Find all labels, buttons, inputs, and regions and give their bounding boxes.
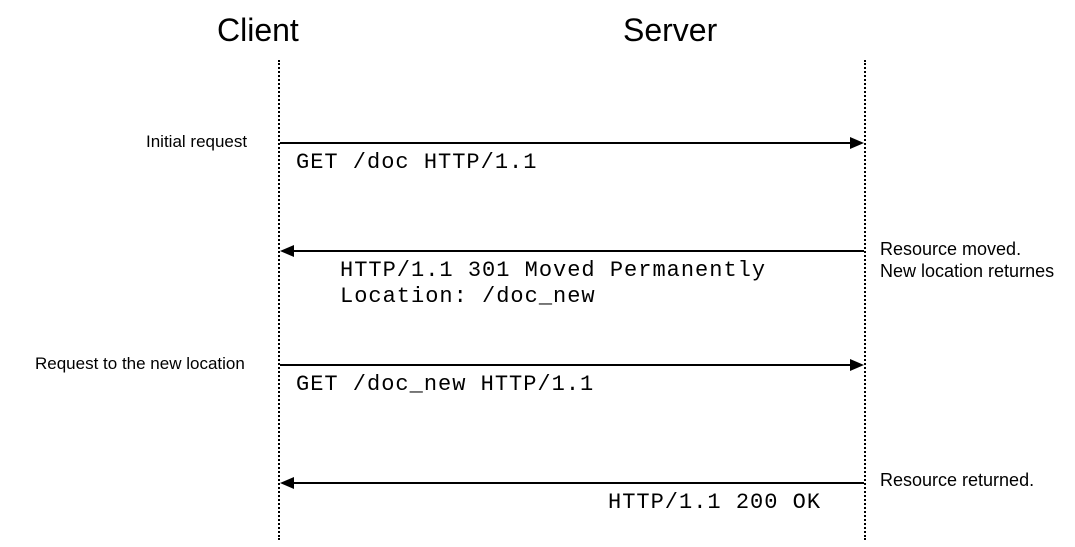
msg2-note: Resource moved. New location returnes: [880, 238, 1054, 282]
msg2-note-line1: Resource moved.: [880, 239, 1021, 259]
msg1-note: Initial request: [146, 132, 247, 152]
msg3-text: GET /doc_new HTTP/1.1: [296, 372, 594, 397]
msg3-arrow: [280, 364, 852, 366]
msg4-note: Resource returned.: [880, 470, 1034, 491]
msg3-note: Request to the new location: [35, 354, 245, 374]
server-label: Server: [623, 12, 717, 49]
msg2-text-line2: Location: /doc_new: [340, 284, 596, 309]
client-lifeline: [278, 60, 280, 540]
client-label: Client: [217, 12, 299, 49]
msg3-arrowhead: [850, 359, 864, 371]
msg4-arrow: [292, 482, 864, 484]
msg2-text-line1: HTTP/1.1 301 Moved Permanently: [340, 258, 766, 283]
server-lifeline: [864, 60, 866, 540]
msg4-arrowhead: [280, 477, 294, 489]
msg2-arrow: [292, 250, 864, 252]
msg4-text: HTTP/1.1 200 OK: [608, 490, 821, 515]
msg2-arrowhead: [280, 245, 294, 257]
msg1-text: GET /doc HTTP/1.1: [296, 150, 537, 175]
msg1-arrow: [280, 142, 852, 144]
msg2-note-line2: New location returnes: [880, 261, 1054, 281]
msg1-arrowhead: [850, 137, 864, 149]
